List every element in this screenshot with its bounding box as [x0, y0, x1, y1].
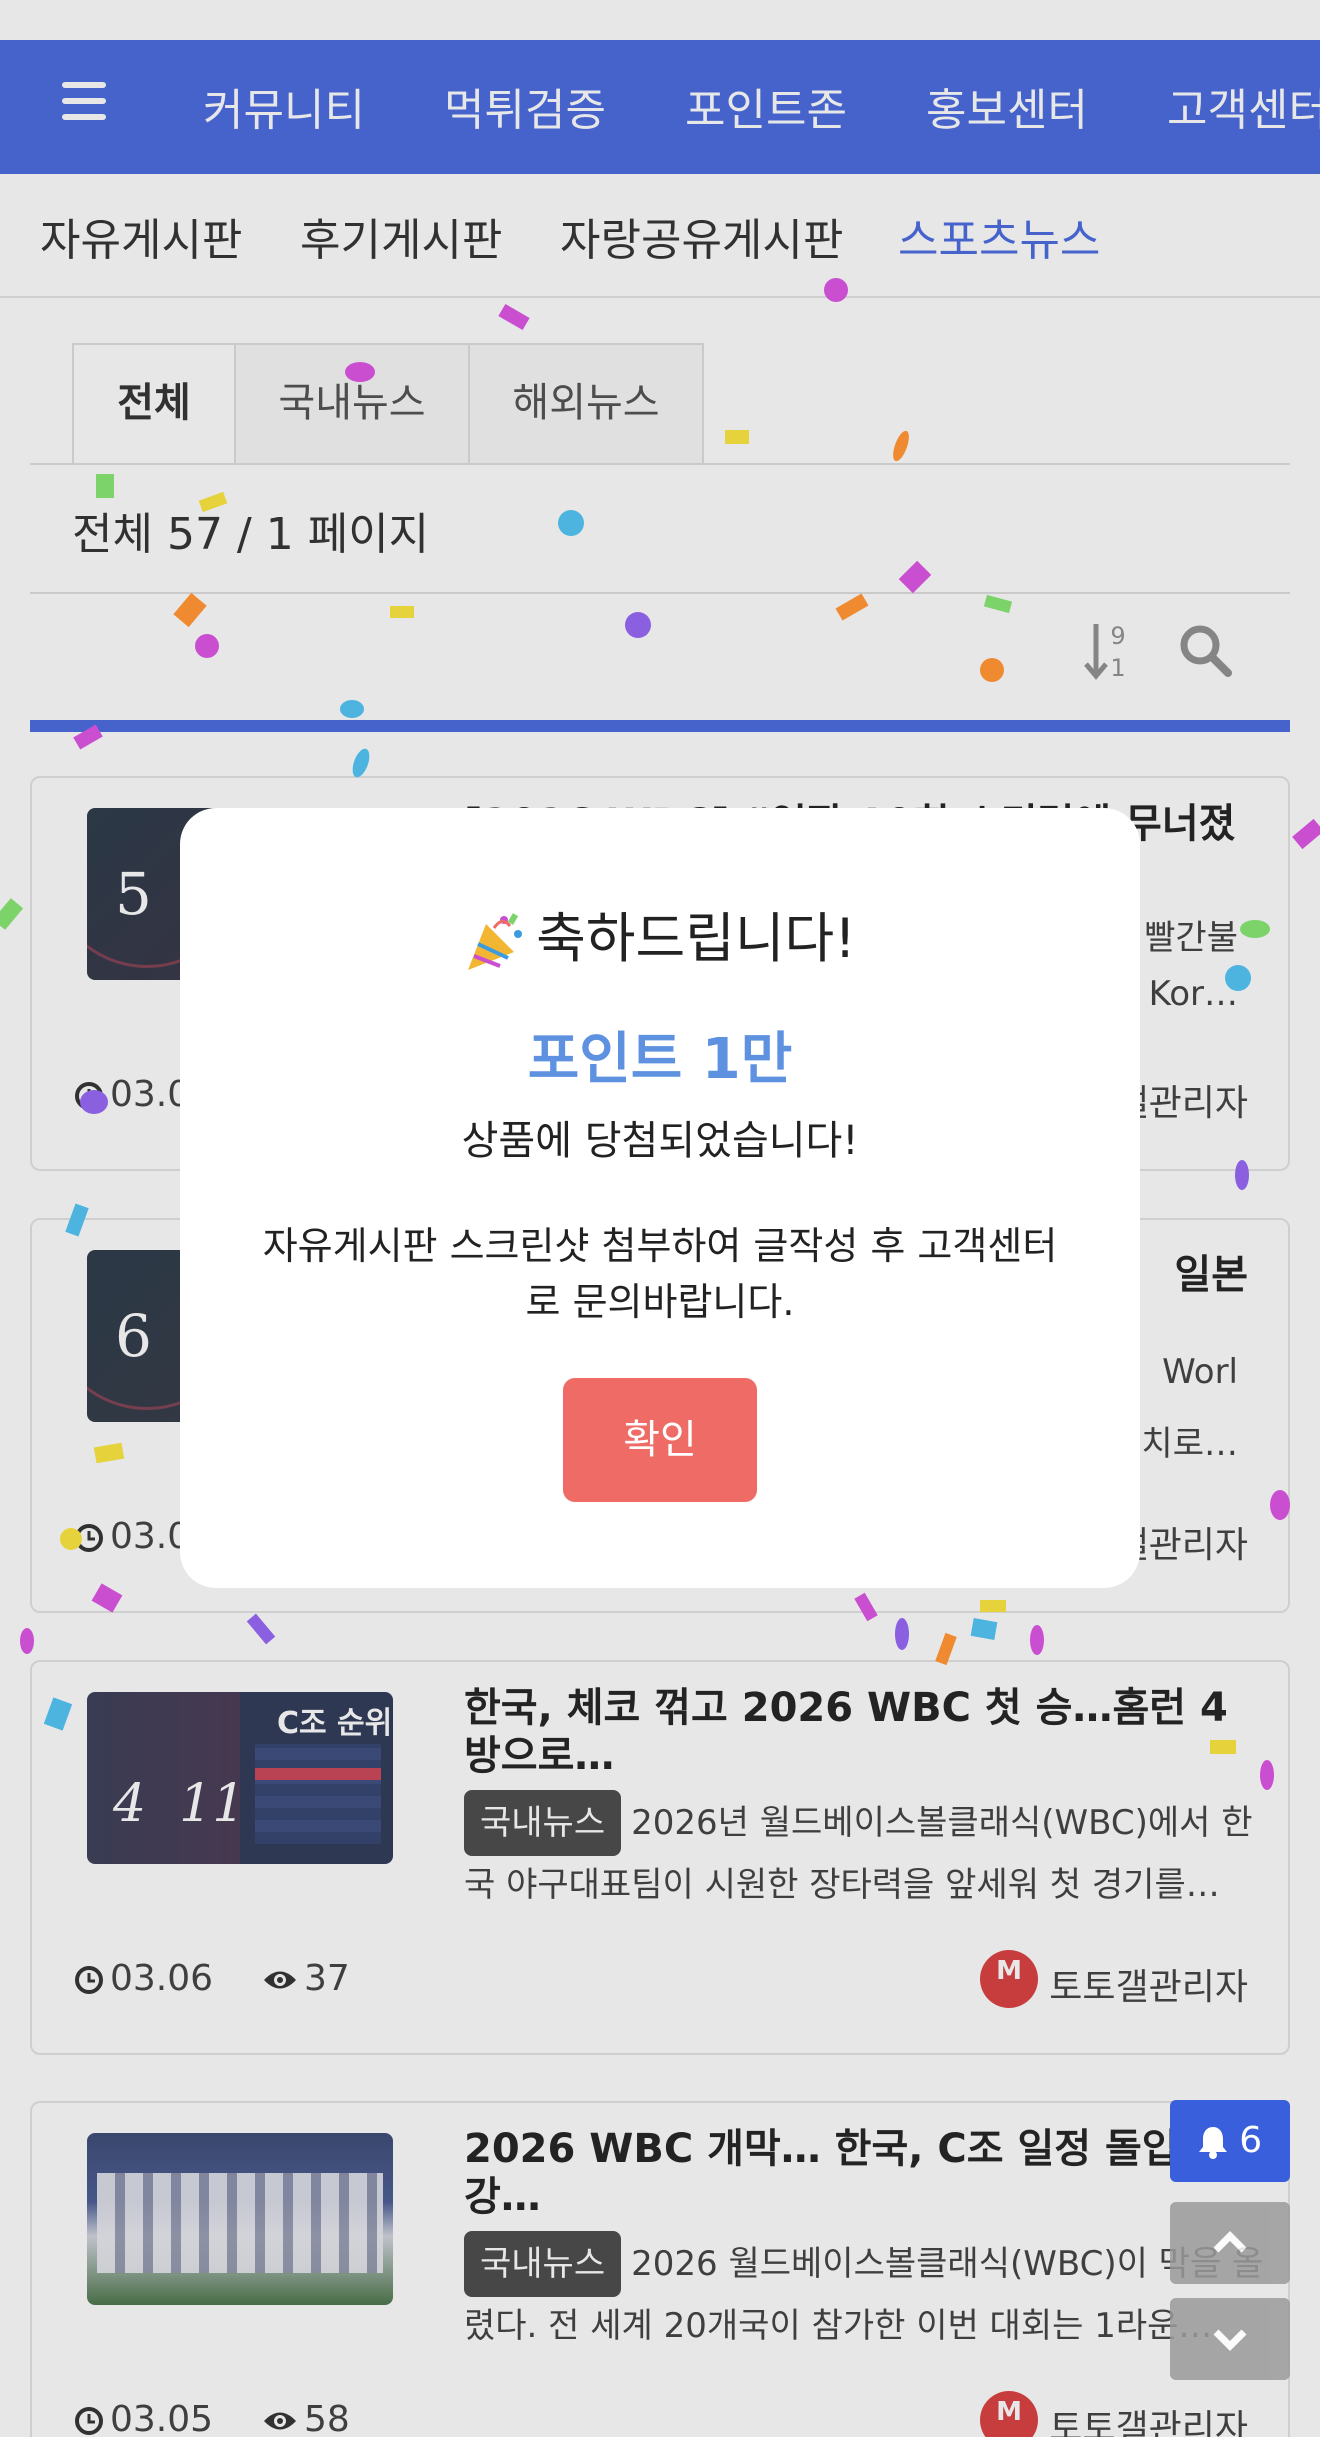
- modal-message-primary: 상품에 당첨되었습니다!: [461, 1118, 859, 1164]
- modal-title-text: 축하드립니다!: [536, 907, 856, 970]
- chevron-down-icon: [1213, 2329, 1247, 2351]
- scroll-bottom-button[interactable]: [1170, 2298, 1290, 2380]
- congratulations-modal: 축하드립니다! 포인트 1만 상품에 당첨되었습니다! 자유게시판 스크린샷 첨…: [180, 808, 1140, 1588]
- notification-button[interactable]: 6: [1170, 2100, 1290, 2182]
- confirm-button[interactable]: 확인: [563, 1378, 757, 1502]
- scroll-top-button[interactable]: [1170, 2202, 1290, 2284]
- modal-prize: 포인트 1만: [527, 1027, 793, 1092]
- modal-message-secondary: 자유게시판 스크린샷 첨부하여 글작성 후 고객센터로 문의바랍니다.: [262, 1224, 1058, 1324]
- notification-count: 6: [1239, 2120, 1263, 2161]
- bell-icon: [1198, 2127, 1227, 2159]
- chevron-up-icon: [1213, 2231, 1247, 2253]
- modal-title: 축하드립니다!: [180, 894, 1140, 974]
- party-popper-icon: [468, 913, 523, 971]
